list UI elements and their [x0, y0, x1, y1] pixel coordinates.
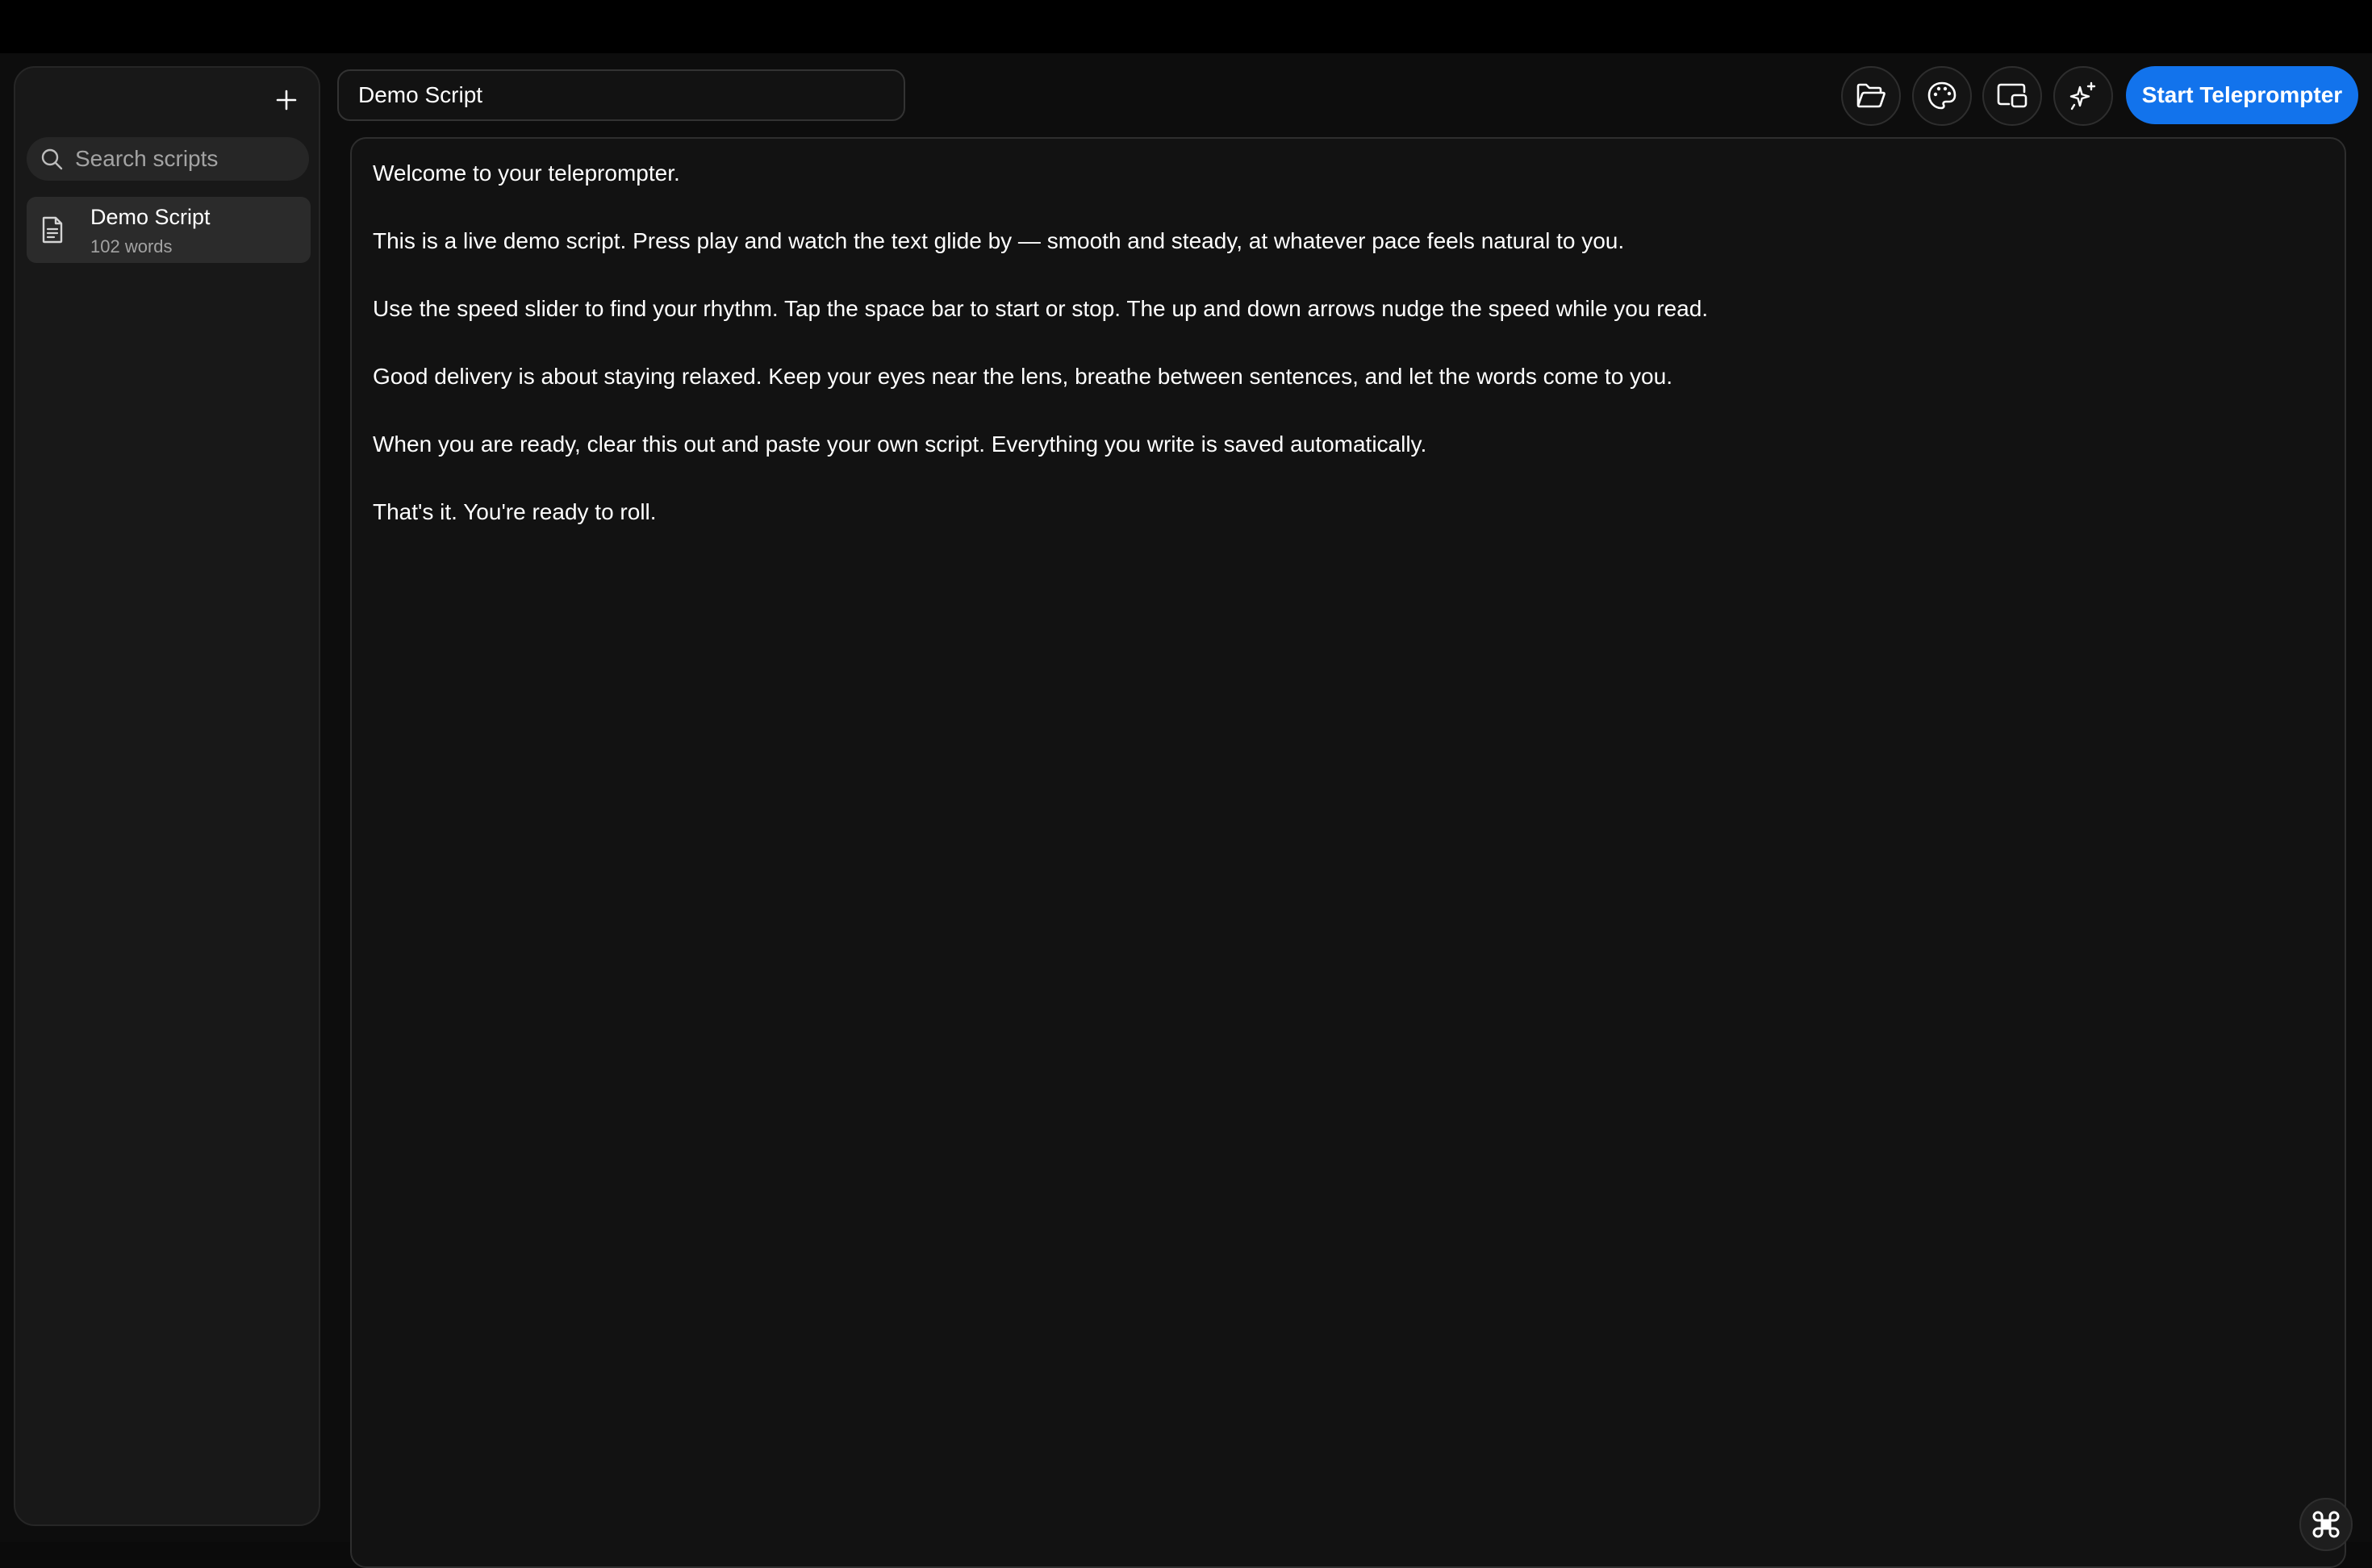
ai-assist-button[interactable]: [2053, 66, 2113, 126]
search-icon: [40, 144, 64, 173]
open-file-button[interactable]: [1841, 66, 1901, 126]
script-paragraph: Use the speed slider to find your rhythm…: [373, 296, 1709, 321]
command-icon: [2312, 1511, 2340, 1538]
script-title-input[interactable]: [337, 69, 905, 121]
display-icon: [1997, 83, 2027, 108]
palette-icon: [1927, 81, 1956, 110]
script-paragraph: Welcome to your teleprompter.: [373, 161, 680, 186]
teleprompter-app: Demo Script 102 words Start: [0, 53, 2372, 1568]
script-word-count: 102 words: [90, 236, 173, 256]
sparkles-icon: [2069, 81, 2096, 111]
start-teleprompter-button[interactable]: Start Teleprompter: [2126, 66, 2358, 124]
search-input[interactable]: [75, 146, 366, 172]
plus-icon: [276, 90, 297, 111]
scripts-sidebar: Demo Script 102 words: [14, 66, 366, 1526]
script-title: Demo Script: [90, 205, 211, 229]
script-list-item[interactable]: Demo Script 102 words: [27, 197, 311, 263]
add-script-button[interactable]: [269, 82, 304, 118]
script-paragraph: Good delivery is about staying relaxed. …: [373, 364, 1673, 389]
script-paragraph: This is a live demo script. Press play a…: [373, 228, 1625, 253]
display-button[interactable]: [1982, 66, 2042, 126]
script-paragraph: That's it. You're ready to roll.: [373, 499, 657, 524]
script-paragraph: When you are ready, clear this out and p…: [373, 432, 1427, 457]
command-menu-button[interactable]: [2299, 1498, 2353, 1551]
document-icon: [38, 215, 67, 244]
search-box[interactable]: [27, 137, 366, 181]
folder-open-icon: [1856, 83, 1885, 108]
window-top-bar: [0, 0, 2372, 53]
script-editor[interactable]: Welcome to your teleprompter. This is a …: [350, 137, 2346, 1568]
theme-button[interactable]: [1912, 66, 1972, 126]
